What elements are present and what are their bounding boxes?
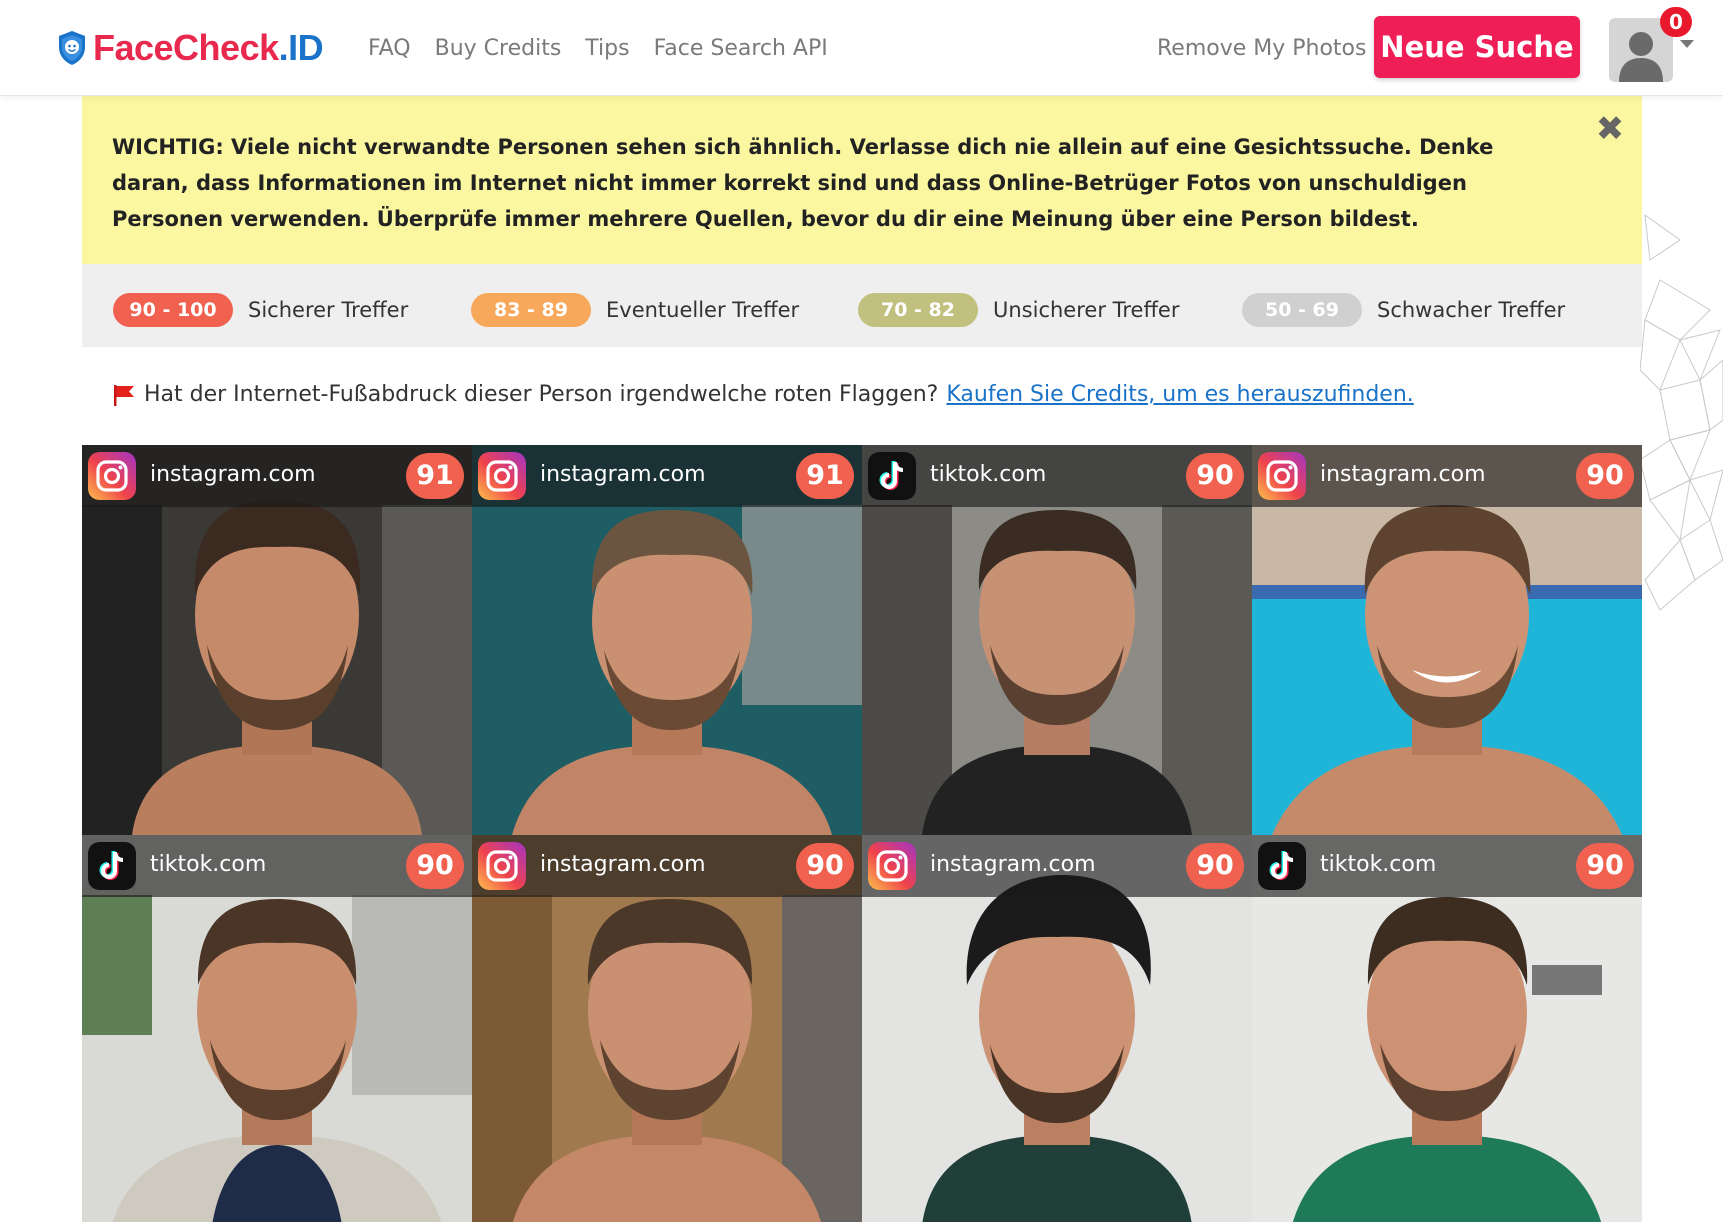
result-card[interactable]: instagram.com 91 [82,445,472,835]
result-card[interactable]: tiktok.com 90 [1252,835,1642,1222]
results-grid: instagram.com 91 instagram.com 91 tiktok… [82,445,1642,1222]
background-mesh-decoration [1640,213,1723,611]
result-header: instagram.com 90 [1252,445,1642,507]
result-header: instagram.com 90 [862,835,1252,897]
warning-text: WICHTIG: Viele nicht verwandte Personen … [112,135,1494,231]
result-header: instagram.com 91 [82,445,472,507]
result-site: instagram.com [150,462,316,487]
legend-pill: 50 - 69 [1242,293,1362,327]
result-site: tiktok.com [930,462,1047,487]
score-badge: 90 [1186,843,1244,889]
result-card[interactable]: instagram.com 90 [1252,445,1642,835]
red-flag-icon [114,384,134,406]
legend-pill: 83 - 89 [471,293,591,327]
warning-banner: WICHTIG: Viele nicht verwandte Personen … [82,96,1642,264]
result-site: instagram.com [540,852,706,877]
score-badge: 90 [406,843,464,889]
result-card[interactable]: tiktok.com 90 [862,445,1252,835]
legend-item-possible: 83 - 89 Eventueller Treffer [471,293,799,327]
instagram-icon [478,452,526,500]
legend-label: Schwacher Treffer [1377,298,1566,322]
legend-item-weak: 50 - 69 Schwacher Treffer [1242,293,1565,327]
tiktok-icon [868,452,916,500]
result-site: tiktok.com [1320,852,1437,877]
legend-pill: 90 - 100 [113,293,233,327]
result-header: tiktok.com 90 [82,835,472,897]
instagram-icon [1258,452,1306,500]
legend-item-sure: 90 - 100 Sicherer Treffer [113,293,408,327]
result-site: instagram.com [930,852,1096,877]
instagram-icon [88,452,136,500]
red-flag-notice: Hat der Internet-Fußabdruck dieser Perso… [112,382,1414,407]
result-site: instagram.com [1320,462,1486,487]
result-card[interactable]: instagram.com 90 [472,835,862,1222]
result-header: instagram.com 90 [472,835,862,897]
instagram-icon [478,842,526,890]
result-header: tiktok.com 90 [1252,835,1642,897]
score-badge: 90 [796,843,854,889]
score-legend: 90 - 100 Sicherer Treffer 83 - 89 Eventu… [82,264,1642,347]
score-badge: 90 [1576,843,1634,889]
shield-icon [59,31,85,65]
tiktok-icon [88,842,136,890]
red-flag-question: Hat der Internet-Fußabdruck dieser Perso… [144,382,939,407]
new-search-button[interactable]: Neue Suche [1374,16,1580,78]
legend-pill: 70 - 82 [858,293,978,327]
result-card[interactable]: instagram.com 91 [472,445,862,835]
nav-face-search-api[interactable]: Face Search API [654,33,828,65]
brand-logo[interactable]: FaceCheck.ID [57,27,324,68]
navbar: FaceCheck.ID FAQ Buy Credits Tips Face S… [0,0,1723,96]
chevron-down-icon[interactable] [1680,40,1694,48]
nav-faq[interactable]: FAQ [368,33,411,65]
score-badge: 91 [406,453,464,499]
result-header: instagram.com 91 [472,445,862,507]
result-card[interactable]: instagram.com 90 [862,835,1252,1222]
brand-suffix: .ID [278,27,324,68]
tiktok-icon [1258,842,1306,890]
score-badge: 90 [1576,453,1634,499]
result-card[interactable]: tiktok.com 90 [82,835,472,1222]
result-site: tiktok.com [150,852,267,877]
notification-badge: 0 [1660,7,1692,37]
nav-links: FAQ Buy Credits Tips Face Search API [368,33,852,65]
brand-name: FaceCheck [93,27,279,68]
score-badge: 90 [1186,453,1244,499]
instagram-icon [868,842,916,890]
legend-label: Unsicherer Treffer [993,298,1180,322]
result-header: tiktok.com 90 [862,445,1252,507]
legend-label: Eventueller Treffer [606,298,800,322]
legend-label: Sicherer Treffer [248,298,409,322]
remove-my-photos-link[interactable]: Remove My Photos [1157,33,1366,65]
legend-item-uncertain: 70 - 82 Unsicherer Treffer [858,293,1180,327]
buy-credits-link[interactable]: Kaufen Sie Credits, um es herauszufinden… [946,382,1413,407]
result-site: instagram.com [540,462,706,487]
nav-buy-credits[interactable]: Buy Credits [435,33,562,65]
nav-tips[interactable]: Tips [585,33,629,65]
score-badge: 91 [796,453,854,499]
close-icon[interactable]: ✖ [1595,112,1625,146]
